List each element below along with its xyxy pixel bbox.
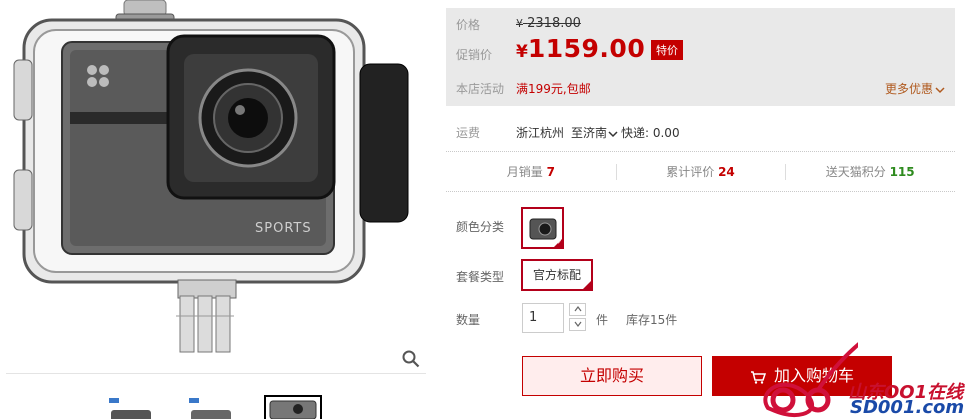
add-to-cart-button[interactable]: 加入购物车: [712, 356, 892, 396]
thumbnail-3[interactable]: [264, 395, 322, 419]
activity-label: 本店活动: [456, 82, 505, 96]
package-option-label: 官方标配: [532, 268, 581, 282]
color-swatch[interactable]: [521, 207, 564, 249]
more-offers-link[interactable]: 更多优惠: [885, 80, 945, 97]
color-label: 颜色分类: [456, 220, 505, 234]
sales-stats: 月销量 7 累计评价 24 送天猫积分 115: [446, 152, 955, 192]
shipping-fee: 快递: 0.00: [621, 126, 680, 140]
product-main-image[interactable]: SPORTS: [0, 0, 432, 372]
stat-label: 累计评价: [666, 165, 715, 179]
quantity-decrease-button[interactable]: [569, 318, 586, 331]
currency-symbol: ¥: [516, 17, 523, 30]
product-gallery: SPORTS: [0, 0, 432, 419]
action-camera-image: SPORTS: [13, 0, 409, 353]
selected-check-icon: [582, 280, 592, 309]
stat-points: 送天猫积分 115: [785, 152, 955, 191]
promo-price: ¥1159.00: [516, 34, 645, 63]
ship-from: 浙江杭州: [516, 126, 565, 140]
package-option[interactable]: 官方标配: [521, 259, 593, 309]
gallery-divider: [6, 373, 426, 374]
thumbnail-strip: [100, 395, 322, 419]
chevron-down-icon: [935, 86, 945, 93]
original-price: ¥ 2318.00: [516, 16, 581, 31]
price-panel: 价格 ¥ 2318.00 促销价 ¥1159.00 特价 本店活动 满199元,…: [446, 8, 955, 106]
quantity-label: 数量: [456, 313, 481, 327]
ship-to-label: 至济南: [571, 126, 608, 140]
stat-monthly-sales: 月销量 7: [446, 152, 616, 191]
shipping-label: 运费: [456, 126, 481, 140]
quantity-input[interactable]: 1: [522, 303, 564, 333]
promo-currency-symbol: ¥: [516, 42, 528, 62]
quantity-unit: 件: [596, 313, 609, 327]
more-offers-label: 更多优惠: [884, 82, 933, 96]
chevron-down-icon: [574, 321, 581, 327]
chevron-up-icon: [574, 306, 581, 312]
svg-text:SPORTS: SPORTS: [255, 221, 312, 236]
stat-label: 月销量: [506, 165, 543, 179]
watermark-line2: SD001.com: [850, 397, 965, 418]
ship-to-selector[interactable]: 至济南: [571, 124, 618, 141]
shipping-row: 运费 浙江杭州 至济南 快递: 0.00: [446, 112, 955, 152]
buy-now-button[interactable]: 立即购买: [522, 356, 702, 396]
price-label: 价格: [456, 18, 481, 32]
package-label: 套餐类型: [456, 270, 505, 284]
add-to-cart-label: 加入购物车: [773, 366, 854, 385]
promo-price-label: 促销价: [456, 48, 493, 62]
stat-label: 送天猫积分: [825, 165, 886, 179]
stat-value: 7: [546, 165, 555, 179]
stat-value: 115: [889, 165, 915, 179]
special-price-badge: 特价: [651, 40, 683, 60]
thumbnail-2[interactable]: [182, 395, 240, 419]
store-activity: 满199元,包邮: [516, 82, 591, 96]
stat-value: 24: [718, 165, 735, 179]
cart-icon: [750, 370, 766, 384]
chevron-down-icon: [608, 130, 618, 137]
stock-count: 库存15件: [626, 313, 678, 327]
stat-reviews[interactable]: 累计评价 24: [615, 152, 786, 191]
quantity-increase-button[interactable]: [569, 303, 586, 316]
search-icon[interactable]: [402, 350, 420, 368]
selected-check-icon: [553, 238, 563, 248]
thumbnail-1[interactable]: [100, 395, 158, 419]
original-price-value: 2318.00: [527, 16, 581, 31]
promo-price-value: 1159.00: [527, 34, 646, 63]
